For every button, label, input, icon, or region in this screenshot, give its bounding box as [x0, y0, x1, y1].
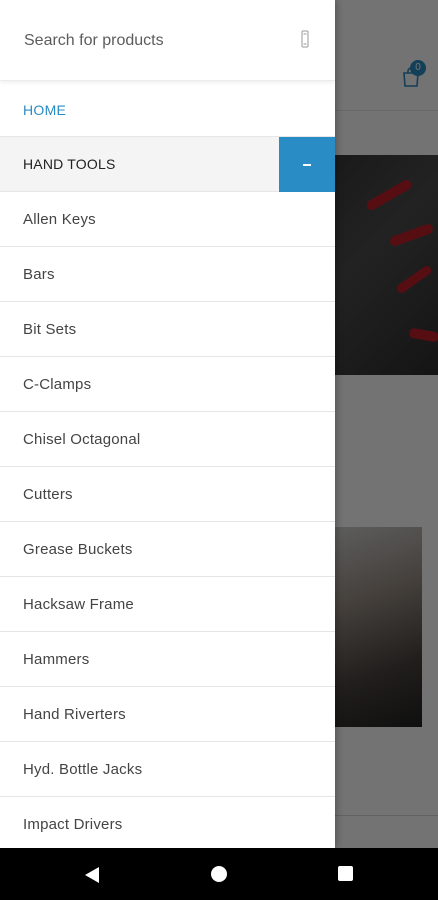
submenu-item-bars[interactable]: Bars	[0, 247, 335, 302]
menu-item-label: Cutters	[23, 485, 73, 503]
menu-item-label: Hacksaw Frame	[23, 595, 134, 613]
submenu-item-hand-riverters[interactable]: Hand Riverters	[0, 687, 335, 742]
back-icon[interactable]	[84, 866, 100, 884]
submenu-item-bit-sets[interactable]: Bit Sets	[0, 302, 335, 357]
submenu-item-hammers[interactable]: Hammers	[0, 632, 335, 687]
menu-item-home[interactable]: HOME	[0, 83, 335, 137]
search-input[interactable]	[22, 26, 286, 56]
menu-item-label: Hand Riverters	[23, 705, 126, 723]
submenu-item-chisel-octagonal[interactable]: Chisel Octagonal	[0, 412, 335, 467]
home-icon[interactable]	[211, 866, 227, 882]
navigation-drawer: HOME HAND TOOLS Allen Keys Bars Bit Sets…	[0, 0, 335, 848]
menu-item-label: Impact Drivers	[23, 815, 123, 833]
menu-item-label: Chisel Octagonal	[23, 430, 141, 448]
collapse-submenu-button[interactable]	[279, 137, 335, 192]
recent-apps-icon[interactable]	[338, 866, 353, 881]
search-icon[interactable]	[298, 30, 312, 48]
menu-item-label: Hammers	[23, 650, 90, 668]
menu-item-label: Bars	[23, 265, 55, 283]
submenu-item-hacksaw-frame[interactable]: Hacksaw Frame	[0, 577, 335, 632]
minus-icon	[303, 163, 311, 166]
menu-item-label: C-Clamps	[23, 375, 92, 393]
search-bar	[0, 0, 335, 81]
menu-item-hand-tools[interactable]: HAND TOOLS	[0, 137, 335, 192]
submenu-item-allen-keys[interactable]: Allen Keys	[0, 192, 335, 247]
menu-item-label: Grease Buckets	[23, 540, 133, 558]
menu-item-label: HOME	[23, 101, 67, 118]
submenu-item-grease-buckets[interactable]: Grease Buckets	[0, 522, 335, 577]
menu-item-label: Allen Keys	[23, 210, 96, 228]
submenu-item-impact-drivers[interactable]: Impact Drivers	[0, 797, 335, 848]
submenu-item-c-clamps[interactable]: C-Clamps	[0, 357, 335, 412]
menu-item-label: Hyd. Bottle Jacks	[23, 760, 143, 778]
menu-item-label: Bit Sets	[23, 320, 77, 338]
submenu-item-cutters[interactable]: Cutters	[0, 467, 335, 522]
menu-item-label: HAND TOOLS	[23, 156, 116, 172]
submenu-item-hyd-bottle-jacks[interactable]: Hyd. Bottle Jacks	[0, 742, 335, 797]
